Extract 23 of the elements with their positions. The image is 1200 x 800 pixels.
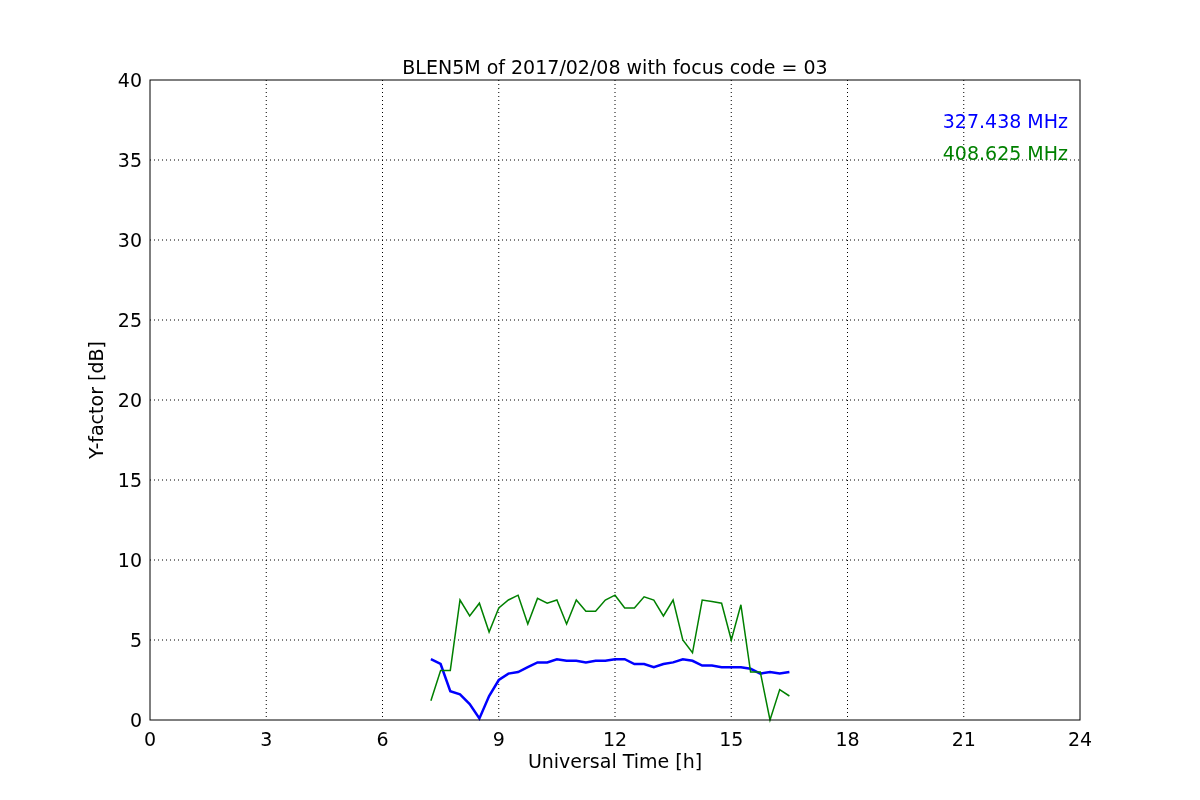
- y-tick-label: 0: [129, 709, 142, 731]
- y-tick-label: 30: [117, 229, 142, 251]
- y-tick-label: 15: [117, 469, 142, 491]
- x-tick-label: 3: [260, 728, 273, 750]
- x-tick-label: 15: [719, 728, 744, 750]
- y-tick-label: 5: [129, 629, 142, 651]
- x-tick-label: 12: [602, 728, 628, 750]
- y-tick-label: 40: [117, 69, 142, 91]
- y-tick-label: 20: [117, 389, 142, 411]
- chart-title: BLEN5M of 2017/02/08 with focus code = 03: [402, 56, 828, 78]
- y-tick-label: 10: [117, 549, 142, 571]
- x-axis-label: Universal Time [h]: [527, 750, 703, 772]
- legend-label: 408.625 MHz: [942, 142, 1068, 164]
- x-tick-label: 18: [835, 728, 860, 750]
- legend-label: 327.438 MHz: [942, 110, 1068, 132]
- y-tick-label: 35: [117, 149, 142, 171]
- x-tick-label: 6: [376, 728, 389, 750]
- y-axis-label: Y-factor [dB]: [85, 341, 107, 459]
- x-tick-label: 21: [951, 728, 976, 750]
- y-tick-label: 25: [117, 309, 142, 331]
- x-tick-label: 24: [1067, 728, 1093, 750]
- x-tick-label: 0: [143, 728, 157, 750]
- x-tick-label: 9: [492, 728, 505, 750]
